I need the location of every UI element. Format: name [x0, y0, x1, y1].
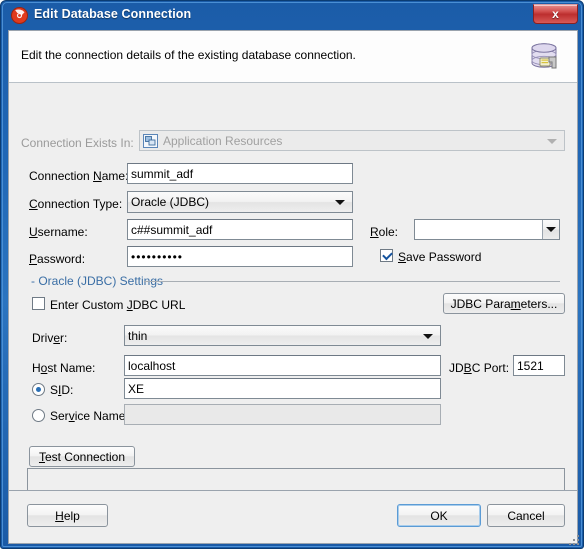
dialog-footer: Help OK Cancel	[9, 491, 577, 543]
cancel-button[interactable]: Cancel	[487, 504, 565, 527]
host-name-label: Host Name:	[32, 361, 96, 375]
username-label: Username:	[29, 225, 88, 239]
dialog-header: Edit the connection details of the exist…	[9, 31, 577, 83]
service-name-label[interactable]: Service Name:	[50, 409, 129, 423]
jdeveloper-logo-icon	[11, 7, 28, 24]
help-button[interactable]: Help	[27, 504, 108, 527]
connection-exists-in-value: Application Resources	[163, 133, 283, 148]
close-button[interactable]: x	[533, 4, 578, 24]
sid-radio[interactable]	[32, 383, 45, 396]
ok-button-label: OK	[430, 508, 448, 523]
close-icon: x	[552, 7, 559, 21]
jdbc-parameters-button-label: JDBC Parameters...	[450, 296, 558, 311]
sid-label[interactable]: SID:	[50, 383, 73, 397]
host-name-input[interactable]: localhost	[124, 355, 441, 376]
connection-exists-in-label: Connection Exists In:	[21, 136, 134, 150]
dialog-window: Edit Database Connection x Edit the conn…	[0, 0, 584, 549]
database-connection-icon	[527, 39, 565, 77]
window-title: Edit Database Connection	[34, 7, 192, 21]
username-input[interactable]: c##summit_adf	[127, 219, 353, 240]
sid-input[interactable]: XE	[124, 378, 441, 399]
chevron-down-icon	[547, 138, 557, 144]
chevron-down-icon	[423, 333, 433, 339]
jdbc-port-input[interactable]: 1521	[513, 355, 565, 376]
chevron-down-icon	[335, 200, 345, 205]
service-name-radio[interactable]	[32, 409, 45, 422]
driver-label: Driver:	[32, 331, 68, 345]
test-connection-button[interactable]: Test Connection	[29, 446, 135, 467]
dialog-body: Connection Exists In: Application Resour…	[9, 84, 577, 524]
save-password-checkbox[interactable]	[380, 249, 393, 262]
driver-combo[interactable]: thin	[124, 325, 441, 346]
driver-value: thin	[128, 328, 148, 343]
help-button-label: Help	[55, 508, 80, 523]
title-bar[interactable]: Edit Database Connection x	[3, 3, 583, 29]
password-input[interactable]: ••••••••••	[127, 246, 353, 267]
enter-custom-jdbc-url-label[interactable]: Enter Custom JDBC URL	[50, 298, 185, 312]
jdbc-parameters-button[interactable]: JDBC Parameters...	[443, 293, 565, 314]
service-name-input[interactable]	[124, 404, 441, 425]
test-connection-button-label: Test Connection	[38, 449, 126, 464]
password-label: Password:	[29, 252, 86, 266]
chevron-down-icon	[546, 227, 556, 232]
dialog-client-area: Edit the connection details of the exist…	[8, 30, 578, 544]
connection-type-label: Connection Type:	[29, 197, 123, 211]
role-label: Role:	[370, 225, 399, 239]
enter-custom-jdbc-url-checkbox[interactable]	[32, 297, 45, 310]
role-combo[interactable]	[414, 219, 560, 240]
cancel-button-label: Cancel	[507, 508, 545, 523]
connection-exists-in-combo[interactable]: Application Resources	[139, 130, 565, 151]
connection-type-combo[interactable]: Oracle (JDBC)	[127, 191, 353, 213]
save-password-label[interactable]: Save Password	[398, 250, 481, 264]
group-divider	[144, 281, 560, 282]
jdbc-port-label: JDBC Port:	[449, 361, 510, 375]
resize-grip-icon[interactable]	[568, 534, 580, 546]
dialog-description: Edit the connection details of the exist…	[21, 48, 356, 62]
connection-name-label: Connection Name:	[29, 169, 129, 183]
ok-button[interactable]: OK	[397, 504, 481, 527]
application-resources-icon	[143, 133, 158, 148]
role-dropdown-button[interactable]	[542, 220, 559, 239]
connection-type-value: Oracle (JDBC)	[131, 195, 210, 209]
connection-name-input[interactable]: summit_adf	[127, 163, 353, 184]
